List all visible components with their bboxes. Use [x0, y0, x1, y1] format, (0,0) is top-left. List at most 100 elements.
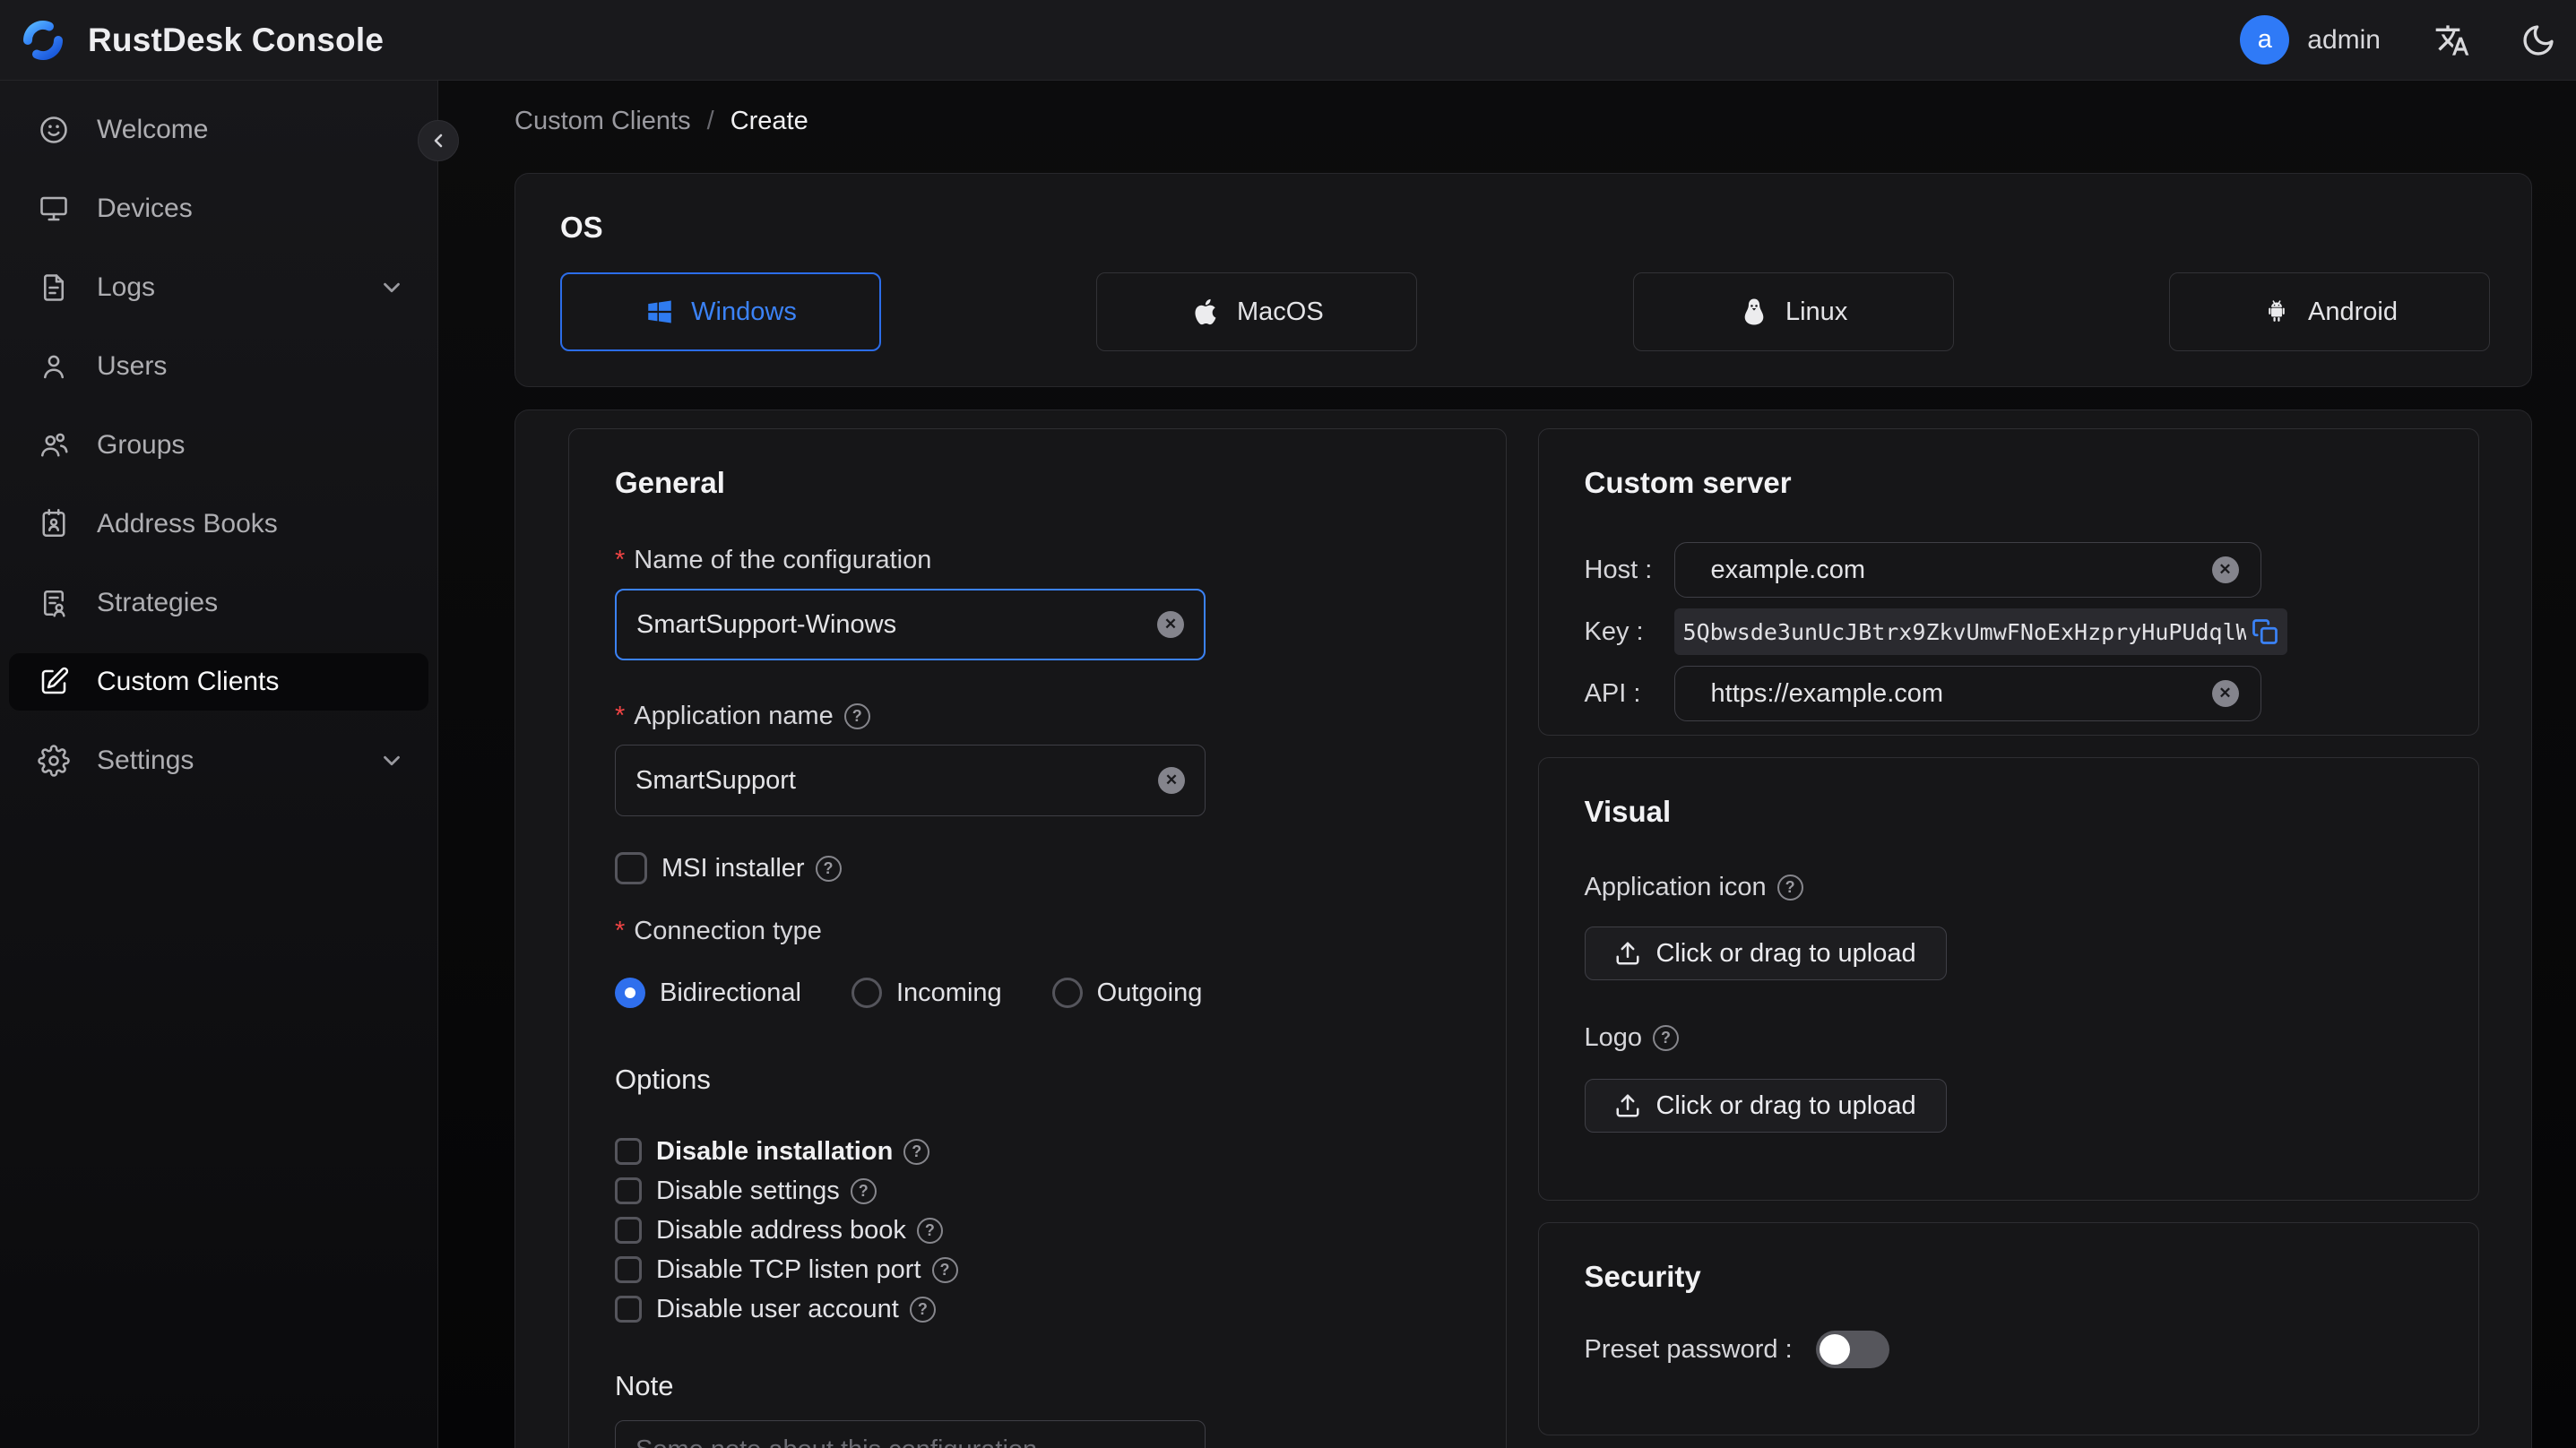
logo-upload-button[interactable]: Click or drag to upload — [1584, 1079, 1947, 1133]
os-button-android[interactable]: Android — [2168, 272, 2490, 351]
help-icon[interactable]: ? — [903, 1138, 930, 1165]
os-button-label: Android — [2308, 297, 2398, 326]
preset-password-label: Preset password : — [1584, 1335, 1793, 1364]
help-icon[interactable]: ? — [815, 855, 842, 882]
radio-incoming[interactable] — [851, 978, 882, 1008]
gear-icon — [38, 745, 70, 777]
preset-password-toggle[interactable] — [1815, 1331, 1889, 1368]
help-icon[interactable]: ? — [843, 702, 870, 729]
disable-settings-checkbox[interactable] — [615, 1177, 642, 1204]
disable-user-account-label: Disable user account — [656, 1294, 899, 1323]
radio-bidirectional[interactable] — [615, 978, 645, 1008]
sidebar-item-label: Users — [97, 351, 168, 381]
breadcrumb-parent[interactable]: Custom Clients — [514, 107, 691, 136]
chevron-down-icon — [378, 747, 405, 774]
avatar-initial: a — [2257, 25, 2272, 54]
msi-installer-checkbox[interactable] — [615, 852, 647, 884]
sidebar-item-label: Logs — [97, 272, 156, 302]
connection-type-label: * Connection type — [615, 917, 822, 945]
os-button-label: Linux — [1785, 297, 1848, 326]
help-icon[interactable]: ? — [1776, 874, 1803, 901]
configuration-panel: General * Name of the configuration ✕ * … — [514, 409, 2532, 1448]
custom-server-section: Custom server Host : ✕ Key : 5Qbwsde3 — [1537, 428, 2479, 736]
key-label: Key : — [1584, 616, 1644, 646]
sidebar-item-logs[interactable]: Logs — [9, 259, 428, 316]
translate-icon[interactable] — [2434, 22, 2470, 58]
users-icon — [40, 433, 68, 457]
application-name-field: ✕ — [615, 745, 1206, 816]
disable-address-book-label: Disable address book — [656, 1215, 906, 1245]
radio-outgoing-label: Outgoing — [1096, 978, 1203, 1007]
sidebar-item-groups[interactable]: Groups — [9, 417, 428, 474]
help-icon[interactable]: ? — [931, 1256, 958, 1283]
security-title: Security — [1584, 1260, 1701, 1293]
sidebar-item-address-books[interactable]: Address Books — [9, 496, 428, 553]
key-value: 5Qbwsde3unUcJBtrx9ZkvUmwFNoExHzpryHuPUdq… — [1682, 618, 2246, 645]
radio-outgoing[interactable] — [1051, 978, 1083, 1008]
sidebar-item-users[interactable]: Users — [9, 338, 428, 395]
breadcrumb: Custom Clients / Create — [514, 101, 2532, 141]
note-field — [615, 1420, 1206, 1448]
api-input[interactable] — [1710, 678, 2212, 709]
connection-type-radio-group: Bidirectional Incoming Outgoing — [615, 978, 1460, 1008]
clear-icon[interactable]: ✕ — [1157, 611, 1184, 638]
avatar[interactable]: a — [2240, 15, 2290, 65]
strategy-icon — [43, 590, 65, 617]
preset-password-row: Preset password : — [1585, 1331, 2433, 1368]
os-button-macos[interactable]: MacOS — [1096, 272, 1418, 351]
application-icon-upload-button[interactable]: Click or drag to upload — [1584, 927, 1947, 980]
os-button-label: Windows — [691, 297, 797, 326]
disable-installation-checkbox[interactable] — [615, 1138, 642, 1165]
dark-mode-moon-icon[interactable] — [2520, 22, 2556, 58]
sidebar-item-custom-clients[interactable]: Custom Clients — [9, 653, 428, 711]
logo-label: Logo ? — [1585, 1023, 2433, 1052]
sidebar-item-settings[interactable]: Settings — [9, 732, 428, 789]
sidebar-item-devices[interactable]: Devices — [9, 180, 428, 237]
general-section: General * Name of the configuration ✕ * … — [568, 428, 1507, 1448]
os-section: OS Windows MacOS Linux Android — [514, 173, 2532, 387]
help-icon[interactable]: ? — [909, 1296, 936, 1323]
config-name-input[interactable] — [636, 609, 1157, 640]
disable-user-account-checkbox[interactable] — [615, 1296, 642, 1323]
os-button-windows[interactable]: Windows — [560, 272, 881, 351]
help-icon[interactable]: ? — [850, 1177, 877, 1204]
user-icon — [43, 355, 65, 379]
address-book-icon — [42, 508, 65, 538]
custom-server-title: Custom server — [1584, 466, 1792, 499]
radio-bidirectional-label: Bidirectional — [660, 978, 801, 1007]
right-column: Custom server Host : ✕ Key : 5Qbwsde3 — [1537, 428, 2479, 1448]
disable-installation-label: Disable installation — [656, 1136, 894, 1166]
android-robot-icon — [2269, 300, 2285, 322]
os-button-linux[interactable]: Linux — [1632, 272, 1954, 351]
sidebar-item-label: Custom Clients — [97, 667, 280, 696]
monitor-icon — [40, 196, 67, 221]
sidebar-item-welcome[interactable]: Welcome — [9, 101, 428, 159]
copy-icon[interactable] — [2252, 618, 2278, 645]
help-icon[interactable]: ? — [916, 1217, 943, 1244]
chevron-left-icon — [434, 134, 443, 148]
disable-address-book-checkbox[interactable] — [615, 1217, 642, 1244]
clear-icon[interactable]: ✕ — [2211, 556, 2239, 583]
general-title: General — [615, 466, 725, 499]
clear-icon[interactable]: ✕ — [2211, 680, 2239, 707]
disable-tcp-listen-port-checkbox[interactable] — [615, 1256, 642, 1283]
options-label: Options — [615, 1064, 711, 1095]
clear-icon[interactable]: ✕ — [1158, 767, 1185, 794]
option-row-disable-user-account: Disable user account ? — [615, 1293, 1460, 1325]
msi-installer-label: MSI installer — [661, 853, 805, 883]
breadcrumb-current: Create — [730, 106, 808, 135]
sidebar-collapse-button[interactable] — [418, 120, 459, 161]
key-value-box: 5Qbwsde3unUcJBtrx9ZkvUmwFNoExHzpryHuPUdq… — [1673, 608, 2287, 655]
required-asterisk: * — [615, 917, 626, 945]
username: admin — [2307, 24, 2381, 55]
help-icon[interactable]: ? — [1653, 1024, 1680, 1051]
application-icon-label: Application icon ? — [1585, 873, 2433, 901]
app-title: RustDesk Console — [88, 21, 385, 58]
sidebar-item-label: Settings — [97, 746, 194, 775]
host-input[interactable] — [1710, 555, 2212, 585]
note-textarea[interactable] — [635, 1435, 1185, 1448]
sidebar-item-strategies[interactable]: Strategies — [9, 574, 428, 632]
application-name-input[interactable] — [635, 765, 1158, 796]
application-name-label: * Application name ? — [615, 702, 1460, 730]
option-row-disable-installation: Disable installation ? — [615, 1135, 1460, 1168]
